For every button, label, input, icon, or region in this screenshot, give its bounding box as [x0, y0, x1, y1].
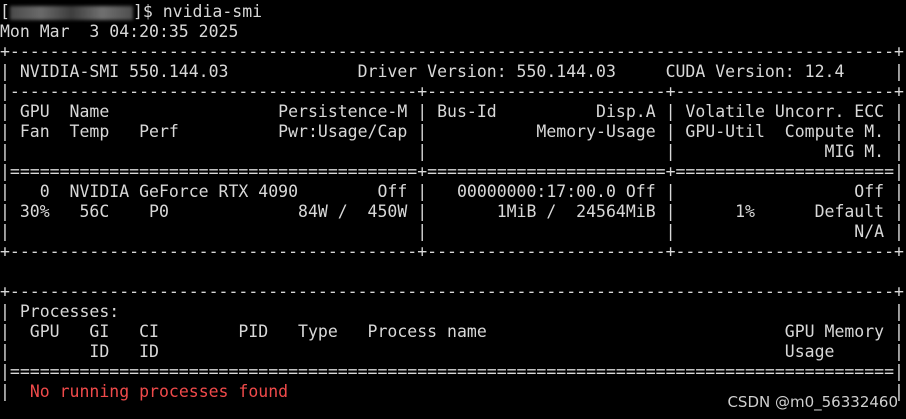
- processes-divider: |=======================================…: [0, 362, 904, 381]
- processes-header-1: | GPU GI CI PID Type Process name GPU Me…: [0, 322, 904, 341]
- gpu-header-row-2: | Fan Temp Perf Pwr:Usage/Cap | Memory-U…: [0, 122, 904, 141]
- row-left-border: |: [0, 382, 30, 401]
- processes-title: | Processes: |: [0, 302, 904, 321]
- gpu-header-row-3: | | | MIG M. |: [0, 142, 904, 161]
- datetime-line: Mon Mar 3 04:20:35 2025: [0, 22, 239, 41]
- processes-border-top: +---------------------------------------…: [0, 282, 904, 301]
- gpu-header-divider: |=======================================…: [0, 162, 904, 181]
- header-separator: |---------------------------------------…: [0, 82, 904, 101]
- gpu-row-3: | | | N/A |: [0, 222, 904, 241]
- prompt-open-bracket: [: [0, 2, 10, 21]
- gpu-row-1: | 0 NVIDIA GeForce RTX 4090 Off | 000000…: [0, 182, 904, 201]
- redacted-username: [9, 5, 133, 20]
- no-processes-message: No running processes found: [29, 382, 289, 401]
- border-top: +---------------------------------------…: [0, 42, 904, 61]
- gpu-header-row-1: | GPU Name Persistence-M | Bus-Id Disp.A…: [0, 102, 904, 121]
- csdn-watermark: CSDN @m0_56332460: [727, 393, 898, 411]
- gpu-row-2: | 30% 56C P0 84W / 450W | 1MiB / 24564Mi…: [0, 202, 904, 221]
- processes-header-2: | ID ID Usage |: [0, 342, 904, 361]
- version-line: | NVIDIA-SMI 550.144.03 Driver Version: …: [0, 62, 904, 81]
- prompt-line: [ ]$ nvidia-smi: [0, 2, 262, 22]
- command-text: nvidia-smi: [162, 2, 263, 21]
- terminal-window[interactable]: [ ]$ nvidia-smi Mon Mar 3 04:20:35 2025 +…: [0, 0, 906, 419]
- prompt-symbol: ]$: [132, 2, 163, 21]
- gpu-table-bottom: +---------------------------------------…: [0, 242, 904, 261]
